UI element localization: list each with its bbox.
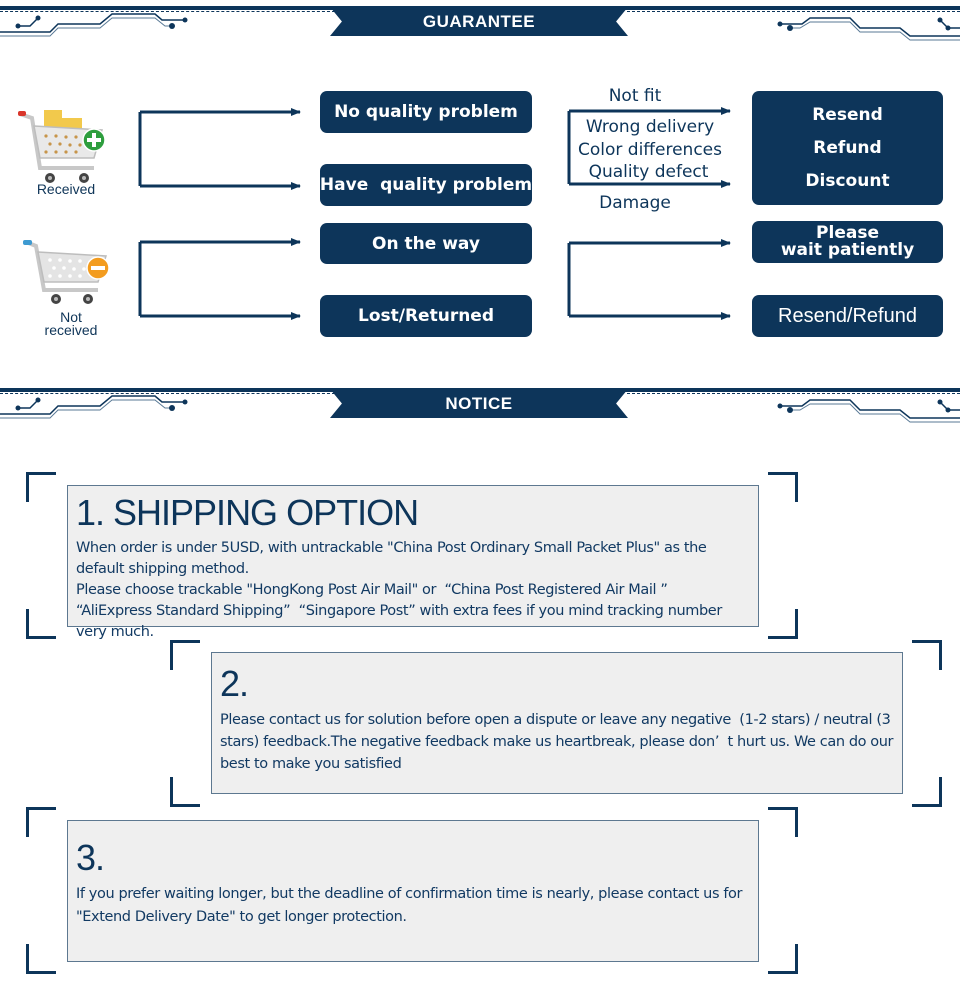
reason-damage: Damage: [599, 193, 671, 213]
node-lost-returned: Lost/Returned: [320, 295, 532, 337]
node-on-the-way: On the way: [320, 223, 532, 264]
notice-1-paragraph-1: When order is under 5USD, with untrackab…: [76, 540, 707, 577]
bracket-corner: [26, 472, 56, 502]
notice-card-extend-delivery: 3. If you prefer waiting longer, but the…: [67, 820, 759, 962]
node-resend-refund-discount: Resend Refund Discount: [752, 91, 943, 205]
solution-discount: Discount: [805, 170, 890, 191]
reason-quality-defect: Quality defect: [588, 162, 709, 182]
guarantee-banner: GUARANTEE: [0, 4, 960, 46]
notice-ribbon: NOTICE: [330, 389, 628, 418]
bracket-corner: [768, 807, 798, 837]
reason-color-differences: Color differences: [578, 140, 722, 160]
node-no-quality-problem: No quality problem: [320, 91, 532, 133]
circuit-decoration-right-icon: [777, 399, 960, 423]
bracket-corner: [768, 609, 798, 639]
notice-2-paragraph-1: Please contact us for solution before op…: [220, 712, 898, 772]
reason-wrong-delivery: Wrong delivery: [585, 117, 715, 137]
notice-1-paragraph-2: Please choose trackable "HongKong Post A…: [76, 582, 727, 640]
bracket-corner: [912, 640, 942, 670]
reason-not-fit: Not fit: [608, 86, 662, 106]
bracket-corner: [170, 640, 200, 670]
solution-resend: Resend: [812, 104, 883, 125]
wait-line2: wait patiently: [780, 240, 915, 260]
guarantee-ribbon: GUARANTEE: [330, 7, 628, 36]
cart-minus-icon: [23, 240, 110, 304]
bracket-corner: [768, 472, 798, 502]
received-label: Received: [36, 181, 96, 197]
notice-card-feedback: 2. Please contact us for solution before…: [211, 652, 903, 794]
bracket-corner: [26, 609, 56, 639]
notice-card-shipping-option: 1. SHIPPING OPTION When order is under 5…: [67, 485, 759, 640]
notice-banner: NOTICE: [0, 386, 960, 428]
bracket-corner: [912, 777, 942, 807]
node-have-quality-problem: Have quality problem: [320, 164, 532, 206]
not-received-label-line2: received: [44, 322, 98, 338]
guarantee-flow-diagram: Received Not received No quality problem…: [0, 60, 960, 360]
cart-plus-icon: [18, 110, 106, 183]
node-label: Resend/Refund: [778, 304, 917, 327]
node-please-wait-patiently: Please wait patiently: [752, 221, 943, 263]
notice-3-paragraph-1: If you prefer waiting longer, but the de…: [76, 886, 743, 925]
node-label: Lost/Returned: [358, 306, 494, 326]
circuit-decoration-left-icon: [0, 395, 188, 419]
not-received-label: Not received: [26, 310, 116, 338]
bracket-corner: [170, 777, 200, 807]
bracket-corner: [26, 807, 56, 837]
node-resend-refund: Resend/Refund: [752, 295, 943, 337]
node-label: No quality problem: [334, 102, 518, 122]
node-label: Have quality problem: [319, 175, 533, 195]
solution-refund: Refund: [813, 137, 882, 158]
node-label: On the way: [372, 233, 480, 254]
notice-title-3: 3.: [76, 837, 105, 878]
notice-title: NOTICE: [445, 394, 513, 413]
bracket-corner: [26, 944, 56, 974]
circuit-decoration-right-icon: [777, 17, 960, 41]
bracket-corner: [768, 944, 798, 974]
guarantee-title: GUARANTEE: [422, 12, 536, 31]
notice-title-1: 1. SHIPPING OPTION: [76, 492, 419, 533]
circuit-decoration-left-icon: [0, 13, 188, 37]
notice-title-2: 2.: [220, 663, 249, 704]
